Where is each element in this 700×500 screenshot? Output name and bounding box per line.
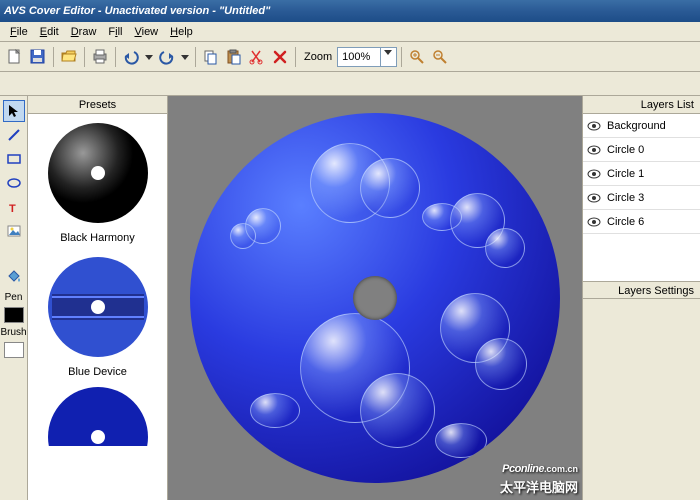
presets-list[interactable]: Black Harmony Blue Device	[28, 114, 167, 500]
rectangle-tool[interactable]	[3, 148, 25, 170]
paste-button[interactable]	[223, 46, 245, 68]
eye-icon[interactable]	[587, 143, 601, 157]
canvas[interactable]: Pconline.com.cn 太平洋电脑网	[168, 96, 582, 500]
eye-icon[interactable]	[587, 167, 601, 181]
save-button[interactable]	[27, 46, 49, 68]
preset-thumb[interactable]	[43, 252, 153, 362]
layers-panel: Layers List Background Circle 0 Circle 1…	[582, 96, 700, 500]
work-area: T Pen Brush Presets Black Harmony Blue D…	[0, 96, 700, 500]
eye-icon[interactable]	[587, 191, 601, 205]
main-toolbar: Zoom 100%	[0, 42, 700, 72]
layers-settings-header: Layers Settings	[583, 281, 700, 299]
bucket-tool[interactable]	[3, 266, 25, 288]
select-tool[interactable]	[3, 100, 25, 122]
layer-row[interactable]: Circle 6	[583, 210, 700, 234]
preset-thumb[interactable]	[43, 118, 153, 228]
layer-name: Circle 0	[607, 144, 644, 156]
open-button[interactable]	[58, 46, 80, 68]
menu-draw[interactable]: Draw	[65, 24, 103, 40]
zoom-select[interactable]: 100%	[337, 47, 397, 67]
layer-row[interactable]: Circle 3	[583, 186, 700, 210]
image-tool[interactable]	[3, 220, 25, 242]
layer-name: Circle 3	[607, 192, 644, 204]
pen-color-swatch[interactable]	[4, 307, 24, 323]
preset-thumb[interactable]	[43, 386, 153, 446]
delete-button[interactable]	[269, 46, 291, 68]
menu-view[interactable]: View	[128, 24, 164, 40]
line-tool[interactable]	[3, 124, 25, 146]
new-button[interactable]	[4, 46, 26, 68]
brush-label: Brush	[0, 327, 26, 338]
menu-bar: File Edit Draw Fill View Help	[0, 22, 700, 42]
window-title: AVS Cover Editor - Unactivated version -…	[4, 5, 270, 17]
layer-name: Circle 6	[607, 216, 644, 228]
zoom-in-button[interactable]	[406, 46, 428, 68]
cut-button[interactable]	[246, 46, 268, 68]
pen-label: Pen	[5, 292, 23, 303]
layer-row[interactable]: Circle 1	[583, 162, 700, 186]
redo-dropdown[interactable]	[179, 46, 191, 68]
copy-button[interactable]	[200, 46, 222, 68]
menu-fill[interactable]: Fill	[102, 24, 128, 40]
text-tool[interactable]: T	[3, 196, 25, 218]
preset-name: Blue Device	[68, 366, 127, 378]
layer-name: Background	[607, 120, 666, 132]
layer-row[interactable]: Circle 0	[583, 138, 700, 162]
undo-dropdown[interactable]	[143, 46, 155, 68]
redo-button[interactable]	[156, 46, 178, 68]
zoom-label: Zoom	[304, 51, 332, 63]
layer-row[interactable]: Background	[583, 114, 700, 138]
layer-name: Circle 1	[607, 168, 644, 180]
watermark: Pconline.com.cn 太平洋电脑网	[500, 456, 578, 496]
eye-icon[interactable]	[587, 119, 601, 133]
ellipse-tool[interactable]	[3, 172, 25, 194]
zoom-out-button[interactable]	[429, 46, 451, 68]
layers-header: Layers List	[583, 96, 700, 114]
eye-icon[interactable]	[587, 215, 601, 229]
presets-panel: Presets Black Harmony Blue Device	[28, 96, 168, 500]
title-bar: AVS Cover Editor - Unactivated version -…	[0, 0, 700, 22]
menu-help[interactable]: Help	[164, 24, 199, 40]
presets-header: Presets	[28, 96, 167, 114]
options-toolbar	[0, 72, 700, 96]
canvas-container: Pconline.com.cn 太平洋电脑网	[168, 96, 582, 500]
layers-list: Background Circle 0 Circle 1 Circle 3 Ci…	[583, 114, 700, 281]
disc-hole	[353, 276, 397, 320]
menu-edit[interactable]: Edit	[34, 24, 65, 40]
print-button[interactable]	[89, 46, 111, 68]
svg-text:T: T	[9, 203, 16, 214]
brush-color-swatch[interactable]	[4, 342, 24, 358]
preset-name: Black Harmony	[60, 232, 135, 244]
toolbox: T Pen Brush	[0, 96, 28, 500]
disc-preview	[190, 113, 560, 483]
undo-button[interactable]	[120, 46, 142, 68]
menu-file[interactable]: File	[4, 24, 34, 40]
